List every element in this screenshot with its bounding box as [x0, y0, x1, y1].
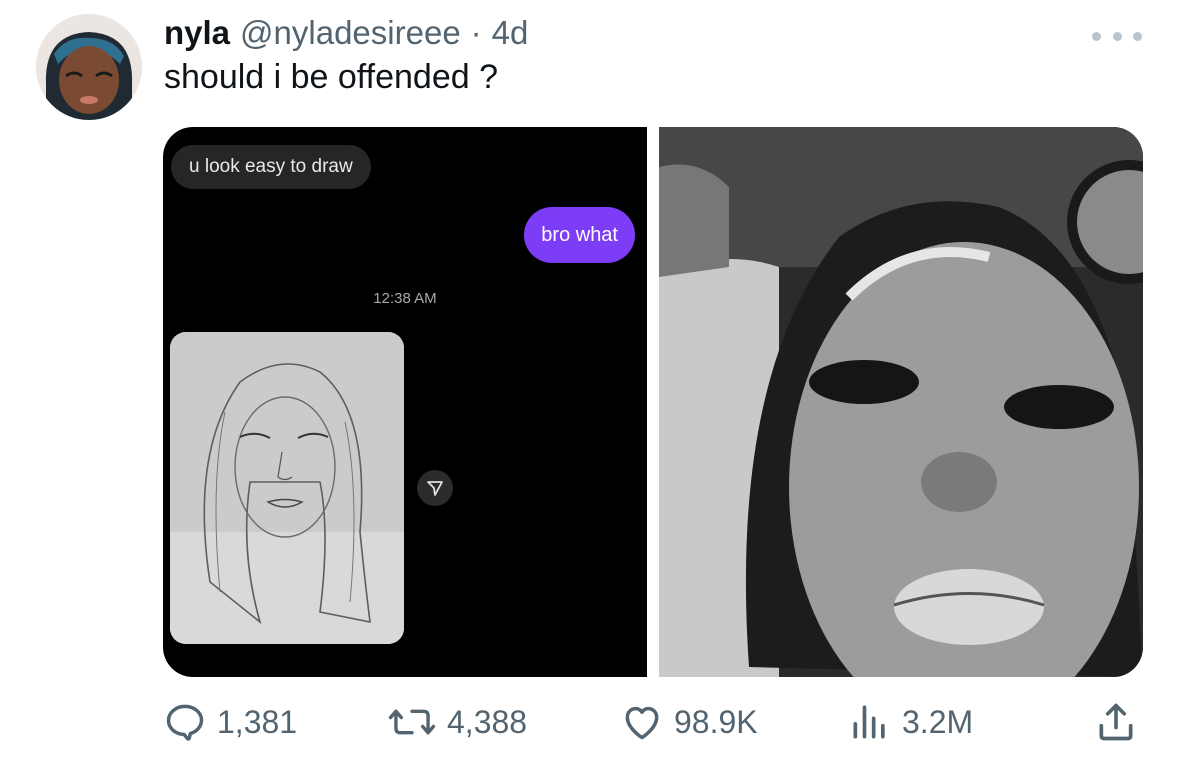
more-icon[interactable]: [1092, 28, 1142, 44]
display-name[interactable]: nyla: [164, 14, 230, 52]
like-button[interactable]: 98.9K: [620, 692, 758, 752]
outgoing-message-bubble: bro what: [524, 207, 635, 263]
like-count: 98.9K: [674, 703, 758, 740]
share-icon: [1099, 703, 1133, 741]
action-bar: 1,381 4,388 98.9K 3.2M: [0, 692, 1179, 752]
repost-icon: [388, 709, 436, 735]
user-handle[interactable]: @nyladesireee: [240, 14, 461, 52]
media-image-dm-screenshot[interactable]: u look easy to draw bro what 12:38 AM: [163, 127, 647, 677]
views-count: 3.2M: [902, 703, 974, 740]
drawing-image: [170, 332, 404, 644]
views-button[interactable]: 3.2M: [848, 692, 973, 752]
reply-button[interactable]: 1,381: [163, 692, 297, 752]
more-dot: [1092, 31, 1101, 41]
send-icon[interactable]: [417, 470, 453, 506]
tweet-timestamp[interactable]: 4d: [492, 14, 529, 52]
reply-count: 1,381: [217, 703, 298, 740]
avatar[interactable]: [36, 14, 142, 120]
media-image-selfie[interactable]: [659, 127, 1143, 677]
share-button[interactable]: [1094, 692, 1138, 752]
incoming-message-bubble: u look easy to draw: [171, 145, 371, 189]
repost-button[interactable]: 4,388: [387, 692, 527, 752]
views-icon: [853, 705, 885, 739]
more-dot: [1112, 31, 1122, 41]
message-timestamp: 12:38 AM: [373, 290, 437, 307]
reply-icon: [166, 704, 204, 741]
avatar-image: [36, 14, 142, 120]
like-icon: [625, 706, 659, 740]
tweet-header: nyla @nyladesireee · 4d: [164, 14, 528, 54]
more-dot: [1133, 31, 1142, 41]
repost-count: 4,388: [447, 703, 528, 740]
tweet-media[interactable]: u look easy to draw bro what 12:38 AM: [163, 127, 1143, 677]
tweet-text: should i be offended ?: [164, 58, 498, 96]
separator-dot: ·: [470, 14, 482, 51]
